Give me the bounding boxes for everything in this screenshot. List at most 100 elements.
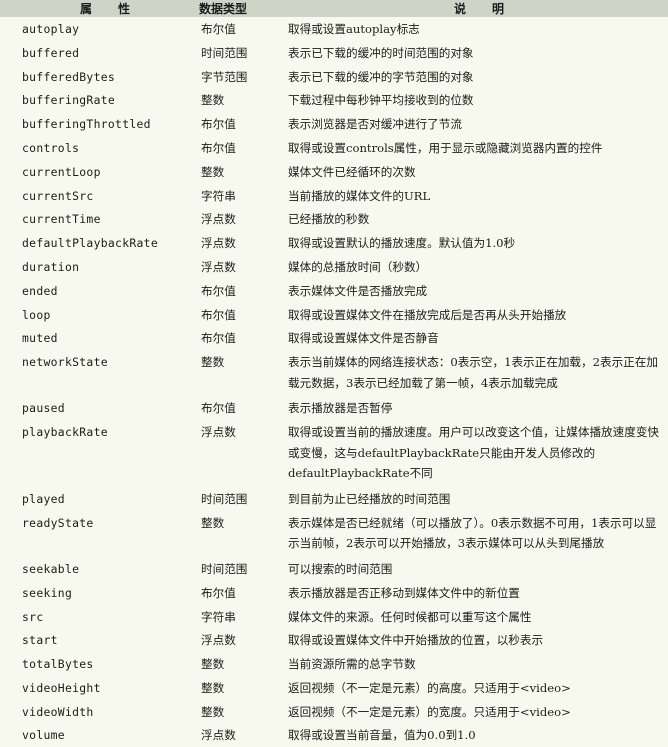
table-row: currentTime 浮点数 已经播放的秒数 — [0, 207, 668, 231]
property-desc: 下载过程中每秒钟平均接收到的位数 — [288, 93, 474, 108]
property-desc: 当前播放的媒体文件的URL — [288, 188, 431, 203]
property-type: 布尔值 — [201, 401, 236, 416]
property-desc: 取得或设置媒体文件在播放完成后是否再从头开始播放 — [288, 307, 567, 322]
property-name: duration — [22, 259, 80, 274]
table-row: videoHeight 整数 返回视频（不一定是元素）的高度。只适用于<video> — [0, 676, 668, 700]
property-type: 布尔值 — [201, 22, 236, 36]
property-name: defaultPlaybackRate — [22, 236, 158, 251]
property-name: currentLoop — [22, 164, 101, 179]
property-desc: 取得或设置媒体文件是否静音 — [288, 331, 439, 346]
header-desc: 说明 — [288, 0, 668, 17]
property-name: src — [22, 609, 44, 624]
property-desc: 表示浏览器是否对缓冲进行了节流 — [288, 117, 462, 132]
property-type: 浮点数 — [201, 212, 236, 227]
property-name: bufferingThrottled — [22, 117, 151, 132]
property-desc: 可以搜索的时间范围 — [288, 561, 393, 576]
property-type: 布尔值 — [201, 331, 236, 346]
property-type: 字节范围 — [201, 69, 248, 84]
table-row: readyState 整数 表示媒体是否已经就绪（可以播放了）。0表示数据不可用，1… — [0, 511, 668, 557]
table-row: volume 浮点数 取得或设置当前音量，值为0.0到1.0 — [0, 723, 668, 747]
table-body: autoplay 布尔值 取得或设置autoplay标志 buffered 时间范围 表示… — [0, 17, 668, 747]
property-desc: 表示媒体文件是否播放完成 — [288, 283, 428, 298]
property-name: videoWidth — [22, 704, 94, 719]
property-type: 布尔值 — [201, 585, 236, 600]
property-type: 整数 — [201, 657, 225, 672]
table-row: start 浮点数 取得或设置媒体文件中开始播放的位置，以秒表示 — [0, 628, 668, 652]
property-desc: 返回视频（不一定是元素）的宽度。只适用于<video> — [288, 704, 571, 719]
table-header-row: 属性 数据类型 说明 — [0, 0, 668, 17]
property-desc: 取得或设置autoplay标志 — [288, 22, 420, 36]
table-row: seeking 布尔值 表示播放器是否正移动到媒体文件中的新位置 — [0, 581, 668, 605]
table-row: totalBytes 整数 当前资源所需的总字节数 — [0, 652, 668, 676]
property-desc: 取得或设置默认的播放速度。默认值为1.0秒 — [288, 236, 516, 251]
property-name: volume — [22, 728, 65, 743]
table-row: bufferingThrottled 布尔值 表示浏览器是否对缓冲进行了节流 — [0, 112, 668, 136]
property-type: 整数 — [201, 355, 225, 370]
property-type: 整数 — [201, 164, 225, 179]
property-name: currentSrc — [22, 188, 94, 203]
property-name: readyState — [22, 515, 94, 530]
table-row: bufferedBytes 字节范围 表示已下载的缓冲的字节范围的对象 — [0, 65, 668, 89]
property-desc: 取得或设置controls属性，用于显示或隐藏浏览器内置的控件 — [288, 140, 603, 155]
property-type: 字符串 — [201, 188, 236, 203]
property-desc: 取得或设置当前音量，值为0.0到1.0 — [288, 728, 476, 743]
property-type: 整数 — [201, 704, 225, 719]
table-row: src 字符串 媒体文件的来源。任何时候都可以重写这个属性 — [0, 605, 668, 629]
property-name: autoplay — [22, 22, 80, 36]
property-desc: 到目前为止已经播放的时间范围 — [288, 491, 451, 506]
property-name: networkState — [22, 355, 108, 370]
property-name: playbackRate — [22, 425, 108, 440]
property-type: 时间范围 — [201, 491, 248, 506]
table-row: duration 浮点数 媒体的总播放时间（秒数） — [0, 255, 668, 279]
property-desc: 已经播放的秒数 — [288, 212, 370, 227]
property-type: 时间范围 — [201, 561, 248, 576]
property-name: start — [22, 633, 58, 648]
property-type: 浮点数 — [201, 425, 236, 440]
property-desc: 表示播放器是否正移动到媒体文件中的新位置 — [288, 585, 520, 600]
property-type: 布尔值 — [201, 283, 236, 298]
header-type: 数据类型 — [191, 0, 288, 17]
property-name: muted — [22, 331, 58, 346]
property-desc: 取得或设置当前的播放速度。用户可以改变这个值，让媒体播放速度变快或变慢，这与de… — [288, 425, 660, 481]
property-name: loop — [22, 307, 51, 322]
table-row: playbackRate 浮点数 取得或设置当前的播放速度。用户可以改变这个值，让媒… — [0, 420, 668, 487]
table-row: networkState 整数 表示当前媒体的网络连接状态：0表示空，1表示正在加载… — [0, 350, 668, 396]
property-desc: 返回视频（不一定是元素）的高度。只适用于<video> — [288, 680, 571, 695]
property-type: 时间范围 — [201, 45, 248, 60]
property-desc: 表示当前媒体的网络连接状态：0表示空，1表示正在加载，2表示正在加载元数据，3表… — [288, 355, 658, 390]
property-type: 布尔值 — [201, 140, 236, 155]
property-name: currentTime — [22, 212, 101, 227]
table-row: muted 布尔值 取得或设置媒体文件是否静音 — [0, 326, 668, 350]
table-row: seekable 时间范围 可以搜索的时间范围 — [0, 557, 668, 581]
property-desc: 媒体的总播放时间（秒数） — [288, 259, 428, 274]
table-row: buffered 时间范围 表示已下载的缓冲的时间范围的对象 — [0, 41, 668, 65]
property-name: bufferedBytes — [22, 69, 116, 84]
property-desc: 当前资源所需的总字节数 — [288, 657, 416, 672]
property-desc: 表示已下载的缓冲的字节范围的对象 — [288, 69, 474, 84]
property-desc: 媒体文件的来源。任何时候都可以重写这个属性 — [288, 609, 532, 624]
table-row: defaultPlaybackRate 浮点数 取得或设置默认的播放速度。默认值为1… — [0, 231, 668, 255]
property-type: 布尔值 — [201, 117, 236, 132]
property-type: 字符串 — [201, 609, 236, 624]
property-desc: 媒体文件已经循环的次数 — [288, 164, 416, 179]
property-desc: 表示播放器是否暂停 — [288, 401, 393, 416]
property-name: buffered — [22, 45, 80, 60]
property-type: 整数 — [201, 680, 225, 695]
property-name: totalBytes — [22, 657, 94, 672]
property-type: 浮点数 — [201, 728, 236, 743]
property-name: videoHeight — [22, 680, 101, 695]
property-name: played — [22, 491, 65, 506]
property-type: 浮点数 — [201, 236, 236, 251]
property-type: 布尔值 — [201, 307, 236, 322]
property-name: bufferingRate — [22, 93, 116, 108]
table-row: controls 布尔值 取得或设置controls属性，用于显示或隐藏浏览器内置的… — [0, 136, 668, 160]
properties-table: 属性 数据类型 说明 autoplay 布尔值 取得或设置autoplay标志 buf… — [0, 0, 668, 747]
table-row: autoplay 布尔值 取得或设置autoplay标志 — [0, 17, 668, 41]
property-name: ended — [22, 283, 58, 298]
property-type: 浮点数 — [201, 259, 236, 274]
property-type: 整数 — [201, 515, 225, 530]
property-name: seeking — [22, 585, 73, 600]
table-row: bufferingRate 整数 下载过程中每秒钟平均接收到的位数 — [0, 88, 668, 112]
property-desc: 取得或设置媒体文件中开始播放的位置，以秒表示 — [288, 633, 544, 648]
table-row: currentSrc 字符串 当前播放的媒体文件的URL — [0, 184, 668, 208]
